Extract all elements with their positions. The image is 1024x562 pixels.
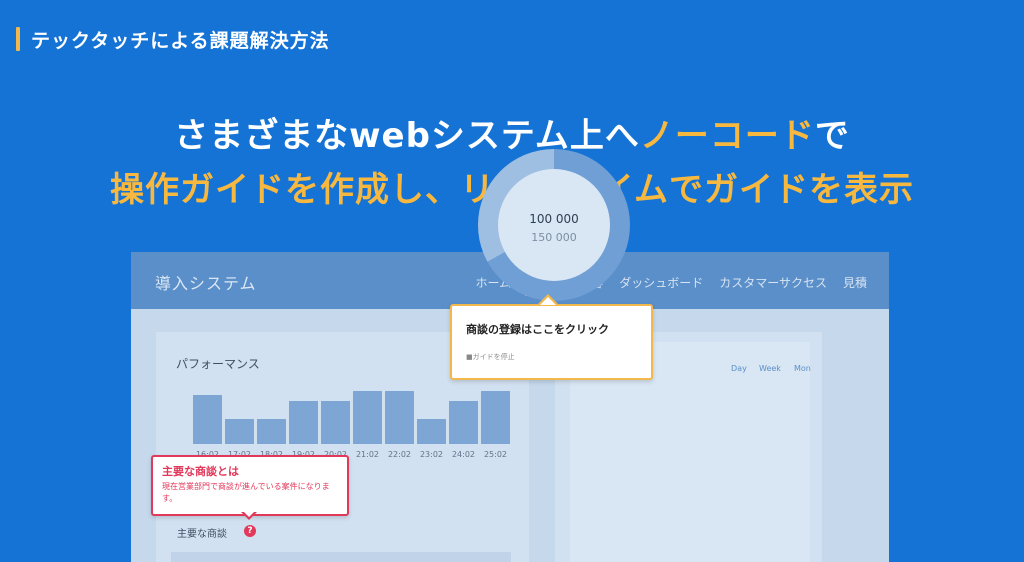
info-tooltip-body: 現在営業部門で商談が進んでいる案件になります。 <box>162 482 330 503</box>
performance-bar <box>385 391 414 444</box>
performance-bar <box>225 419 254 444</box>
performance-bar-label: 23:02 <box>419 450 444 459</box>
performance-bar <box>321 401 350 444</box>
menu-item-customer-success[interactable]: カスタマーサクセス <box>719 274 827 291</box>
headline-accent: ノーコード <box>639 116 815 156</box>
key-deals-label: 主要な商談 <box>177 529 227 540</box>
nav-tooltip-arrow-fill <box>540 297 556 305</box>
performance-bar <box>481 391 510 444</box>
donut-target: 150 000 <box>531 231 577 244</box>
donut-value: 100 000 <box>529 212 579 226</box>
section-title: テックタッチによる課題解決方法 <box>31 29 330 52</box>
section-accent-bar <box>16 27 20 51</box>
period-month[interactable]: Mon <box>794 364 811 373</box>
donut-chart: 100 000 150 000 <box>478 149 630 301</box>
period-day[interactable]: Day <box>731 364 747 373</box>
info-tooltip: 主要な商談とは 現在営業部門で商談が進んでいる案件になります。 <box>151 455 349 516</box>
info-tooltip-title: 主要な商談とは <box>162 465 239 478</box>
mock-logo: 導入システム <box>155 274 257 293</box>
performance-bar <box>353 391 382 444</box>
headline-text-end: で <box>814 116 850 156</box>
nav-tooltip-title: 商談の登録はここをクリック <box>466 323 609 336</box>
stop-guide-link[interactable]: ■ガイドを停止 <box>466 352 515 362</box>
menu-item-quotes[interactable]: 見積 <box>843 274 867 291</box>
performance-bar-label: 21:02 <box>355 450 380 459</box>
stop-guide-label: ガイドを停止 <box>472 353 515 361</box>
performance-bar <box>257 419 286 444</box>
performance-bar <box>449 401 478 444</box>
nav-guide-tooltip: 商談の登録はここをクリック ■ガイドを停止 <box>450 304 653 380</box>
help-icon[interactable]: ? <box>244 525 256 537</box>
headline-line-1: さまざまなwebシステム上へノーコードで <box>0 108 1024 157</box>
performance-bar <box>193 395 222 444</box>
performance-bar <box>289 401 318 444</box>
performance-bar-label: 22:02 <box>387 450 412 459</box>
key-deals-row <box>171 552 511 562</box>
donut-center: 100 000 150 000 <box>498 169 610 281</box>
info-tooltip-arrow-fill <box>243 511 255 517</box>
section-header: テックタッチによる課題解決方法 <box>16 26 330 52</box>
performance-bar-label: 25:02 <box>483 450 508 459</box>
period-week[interactable]: Week <box>759 364 781 373</box>
menu-item-dashboard[interactable]: ダッシュボード <box>619 274 703 291</box>
performance-bar <box>417 419 446 444</box>
performance-bar-label: 24:02 <box>451 450 476 459</box>
